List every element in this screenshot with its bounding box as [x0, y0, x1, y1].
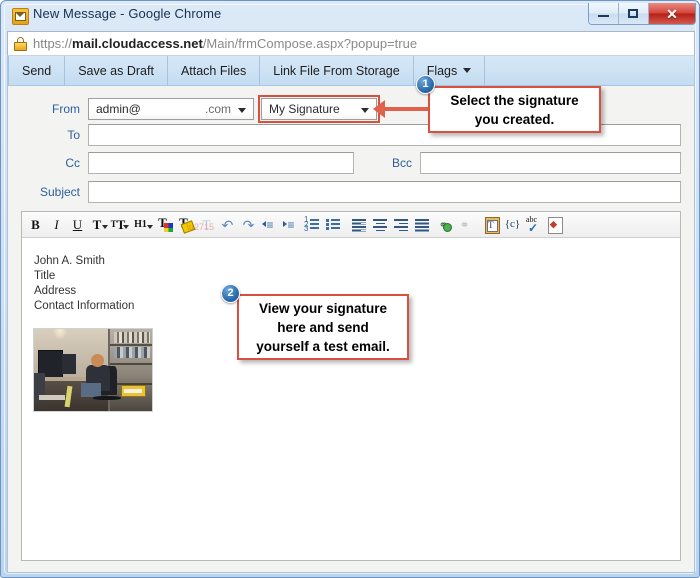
- flags-label: Flags: [426, 63, 458, 78]
- signature-line-contact: Contact Information: [34, 300, 135, 312]
- url-path: /Main/frmCompose.aspx?popup=true: [202, 36, 418, 51]
- signature-select-value: My Signature: [269, 102, 340, 116]
- bold-icon[interactable]: B: [25, 214, 46, 235]
- close-button[interactable]: ✕: [649, 3, 695, 24]
- url-host: mail.cloudaccess.net: [72, 36, 203, 51]
- align-justify-icon[interactable]: [412, 214, 433, 235]
- font-size-icon[interactable]: T T: [109, 214, 130, 235]
- signature-line-title: Title: [34, 270, 56, 282]
- to-label: To: [67, 128, 80, 142]
- annotation-1-arrow-line: [385, 107, 429, 111]
- address-bar[interactable]: https://mail.cloudaccess.net/Main/frmCom…: [7, 31, 695, 56]
- attach-files-button[interactable]: Attach Files: [168, 56, 261, 85]
- signature-line-address: Address: [34, 285, 77, 297]
- chevron-down-icon: [361, 108, 369, 113]
- cc-input[interactable]: [88, 152, 354, 174]
- spellcheck-icon[interactable]: abc ✓: [523, 214, 544, 235]
- attach-files-label: Attach Files: [180, 63, 247, 78]
- browser-window: New Message - Google Chrome ✕ https://ma…: [0, 0, 700, 578]
- window-title: New Message - Google Chrome: [33, 6, 222, 21]
- maximize-button[interactable]: [619, 3, 649, 24]
- annotation-2-line-1: View your signature: [258, 300, 388, 316]
- redo-icon[interactable]: ↷: [238, 214, 259, 235]
- link-file-label: Link File From Storage: [273, 63, 400, 78]
- underline-icon[interactable]: U: [67, 214, 88, 235]
- ssl-warning-lock-icon: [14, 37, 27, 51]
- bcc-input[interactable]: [420, 152, 681, 174]
- undo-icon[interactable]: ↶: [217, 214, 238, 235]
- font-name-icon[interactable]: T: [88, 214, 109, 235]
- cc-label: Cc: [65, 156, 80, 170]
- font-color-icon[interactable]: T: [154, 214, 175, 235]
- insert-template-icon[interactable]: {c}: [502, 214, 523, 235]
- from-domain-suffix: .com: [204, 102, 231, 116]
- align-right-icon[interactable]: [391, 214, 412, 235]
- editor-content-area[interactable]: John A. Smith Title Address Contact Info…: [22, 238, 680, 560]
- send-button[interactable]: Send: [8, 56, 66, 85]
- save-as-draft-label: Save as Draft: [78, 63, 154, 78]
- subject-label: Subject: [39, 185, 80, 199]
- title-bar[interactable]: New Message - Google Chrome ✕: [1, 1, 700, 30]
- signature-select[interactable]: My Signature: [261, 98, 377, 120]
- annotation-1-line-2: you created.: [474, 111, 555, 127]
- bcc-label: Bcc: [391, 156, 412, 170]
- source-code-icon[interactable]: ◆: [544, 214, 565, 235]
- increase-indent-icon[interactable]: ≡: [280, 214, 301, 235]
- editor-toolbar: B I U T T T H1 T T \u2715 ↶ ↷ ≡ ≡ 1 2 3 …: [22, 212, 680, 238]
- annotation-2-callout: View your signature here and send yourse…: [237, 294, 409, 360]
- from-select-value: admin@: [96, 102, 141, 116]
- annotation-2-badge: 2: [221, 284, 240, 303]
- from-select[interactable]: admin@ .com: [88, 98, 254, 120]
- signature-block: John A. Smith Title Address Contact Info…: [34, 254, 134, 314]
- italic-icon[interactable]: I: [46, 214, 67, 235]
- chevron-down-icon: [238, 108, 246, 113]
- rich-text-editor: B I U T T T H1 T T \u2715 ↶ ↷ ≡ ≡ 1 2 3 …: [21, 211, 681, 561]
- decrease-indent-icon[interactable]: ≡: [259, 214, 280, 235]
- from-label: From: [52, 102, 80, 116]
- annotation-2-line-3: yourself a test email.: [256, 338, 390, 354]
- chevron-down-icon: [463, 68, 472, 73]
- align-left-icon[interactable]: [349, 214, 370, 235]
- url-scheme: https://: [33, 36, 73, 51]
- remove-format-icon[interactable]: T \u2715: [186, 214, 217, 235]
- signature-line-name: John A. Smith: [34, 255, 105, 267]
- minimize-button[interactable]: [589, 3, 619, 24]
- insert-link-icon[interactable]: ⚭: [433, 214, 454, 235]
- maximize-icon: [628, 9, 638, 18]
- mail-icon: [12, 8, 29, 25]
- minimize-icon: [598, 15, 609, 17]
- annotation-1-callout: Select the signature you created.: [428, 86, 601, 133]
- signature-image: [33, 328, 153, 412]
- heading-icon[interactable]: H1: [130, 214, 154, 235]
- link-file-from-storage-button[interactable]: Link File From Storage: [260, 56, 414, 85]
- unlink-icon[interactable]: ⚭: [454, 214, 475, 235]
- save-as-draft-button[interactable]: Save as Draft: [65, 56, 168, 85]
- send-button-label: Send: [22, 63, 52, 78]
- annotation-1-badge: 1: [416, 75, 435, 94]
- close-icon: ✕: [666, 5, 678, 22]
- compose-action-toolbar: Send Save as Draft Attach Files Link Fil…: [7, 56, 695, 86]
- url-text: https://mail.cloudaccess.net/Main/frmCom…: [33, 36, 417, 51]
- window-controls: ✕: [588, 3, 696, 25]
- bulleted-list-icon[interactable]: [322, 214, 343, 235]
- align-center-icon[interactable]: [370, 214, 391, 235]
- annotation-1-line-1: Select the signature: [450, 92, 579, 108]
- paste-as-text-icon[interactable]: T: [481, 214, 502, 235]
- annotation-2-line-2: here and send: [277, 319, 369, 335]
- subject-input[interactable]: [88, 181, 681, 203]
- numbered-list-icon[interactable]: 123: [301, 214, 322, 235]
- annotation-1-arrow-head: [373, 100, 385, 118]
